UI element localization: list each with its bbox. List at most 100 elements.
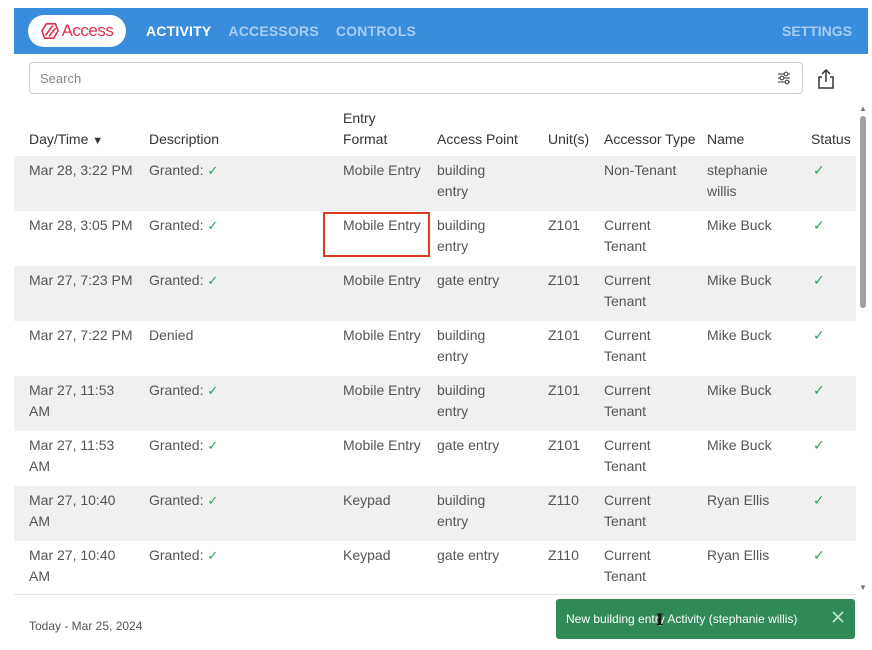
table-row[interactable]: Mar 28, 3:05 PM Granted: ✓ Mobile Entry bui… (14, 211, 856, 266)
cell-entry-format: Mobile Entry (343, 160, 421, 181)
cell-text: Mobile Entry (343, 382, 421, 398)
cell-text: Mar 27, 10:40 (29, 547, 116, 563)
cell-text: Mike Buck (707, 217, 772, 233)
scroll-up-arrow-icon[interactable]: ▲ (859, 104, 867, 113)
scroll-down-arrow-icon[interactable]: ▼ (859, 583, 867, 592)
cell-entry-format: Mobile Entry (343, 325, 421, 346)
status-check-icon: ✓ (813, 272, 825, 288)
cell-text: Mike Buck (707, 437, 772, 453)
cell-datetime: Mar 27, 7:23 PM (29, 270, 133, 291)
scroll-thumb[interactable] (860, 116, 866, 308)
cell-name: Mike Buck (707, 435, 772, 456)
cell-datetime: Mar 27, 10:40 AM (29, 490, 115, 532)
table-row[interactable]: Mar 27, 7:23 PM Granted: ✓ Mobile Entry gat… (14, 266, 856, 321)
tab-controls[interactable]: CONTROLS (336, 23, 416, 39)
cell-unit: Z101 (548, 380, 580, 401)
notification-toast[interactable]: New building entry Activity (stephanie w… (556, 599, 855, 639)
cell-text: Ryan Ellis (707, 492, 770, 508)
table-row[interactable]: Mar 28, 3:22 PM Granted: ✓ Mobile Entry bui… (14, 156, 856, 211)
cell-name: Ryan Ellis (707, 490, 769, 511)
status-check-icon: ✓ (813, 492, 825, 508)
access-logo[interactable]: Access (28, 15, 126, 47)
cell-text: building (437, 327, 486, 343)
cell-name: Ryan Ellis (707, 545, 769, 566)
sliders-icon[interactable] (776, 70, 792, 86)
search-input[interactable] (30, 63, 776, 93)
date-range: Today - Mar 25, 2024 (29, 619, 143, 633)
cell-description: Granted: ✓ (149, 380, 218, 401)
cell-text: Tenant (604, 403, 647, 419)
table-scrollbar[interactable]: ▲ ▼ (857, 104, 869, 592)
check-icon: ✓ (207, 218, 219, 233)
cell-text: Granted: (149, 272, 204, 288)
table-header: Day/Time ▼ Description Entry Format Acce… (14, 100, 856, 156)
cell-text: Mar 27, 11:53 (29, 382, 115, 398)
cell-text: entry (437, 403, 469, 419)
status-check-icon: ✓ (813, 382, 825, 398)
cell-description: Granted: ✓ (149, 435, 218, 456)
cell-text: Current (604, 327, 651, 343)
cell-text: Mar 27, 10:40 (29, 492, 116, 508)
cell-text: AM (29, 403, 50, 419)
cell-access-point: gate entry (437, 435, 499, 456)
header-datetime[interactable]: Day/Time ▼ (29, 129, 103, 152)
close-icon[interactable] (831, 610, 845, 624)
cell-entry-format: Mobile Entry (343, 270, 421, 291)
cell-datetime: Mar 27, 11:53 AM (29, 380, 114, 422)
tab-activity[interactable]: ACTIVITY (146, 23, 211, 39)
access-logo-icon (40, 22, 59, 40)
cell-text: Z110 (548, 492, 579, 508)
cell-text: Z101 (548, 272, 580, 288)
status-check-icon: ✓ (813, 217, 825, 233)
cell-text: Tenant (604, 238, 647, 254)
cell-text: entry (437, 183, 469, 199)
cell-access-point: gate entry (437, 270, 499, 291)
cell-text: Mobile Entry (343, 162, 421, 178)
cell-text: Keypad (343, 492, 391, 508)
logo-text: Access (61, 21, 114, 40)
table-row[interactable]: Mar 27, 10:40 AM Granted: ✓ Keypad building e… (14, 486, 856, 541)
cell-description: Granted: ✓ (149, 270, 218, 291)
cell-text: building (437, 217, 486, 233)
cell-text: Granted: (149, 492, 204, 508)
header-units: Unit(s) (548, 131, 590, 147)
cell-description: Granted: ✓ (149, 490, 218, 511)
cell-text: Granted: (149, 437, 204, 453)
cell-text: Current (604, 272, 651, 288)
settings-link[interactable]: SETTINGS (782, 23, 852, 39)
header-description: Description (149, 131, 220, 147)
cell-text: Current (604, 547, 651, 563)
status-check-icon: ✓ (813, 437, 825, 453)
footer-divider (14, 594, 856, 595)
cell-datetime: Mar 27, 10:40 AM (29, 545, 115, 587)
cell-unit: Z101 (548, 435, 580, 456)
share-icon[interactable] (816, 68, 836, 90)
cell-text: Mobile Entry (343, 437, 421, 453)
cell-text: Denied (149, 327, 194, 343)
check-icon: ✓ (207, 163, 219, 178)
cell-datetime: Mar 27, 11:53 AM (29, 435, 114, 477)
cell-entry-format: Mobile Entry (343, 380, 421, 401)
cell-entry-format: Mobile Entry (343, 435, 421, 456)
cell-text: entry (437, 238, 469, 254)
table-row[interactable]: Mar 27, 11:53 AM Granted: ✓ Mobile Entry bui… (14, 376, 856, 431)
cell-unit: Z110 (548, 545, 579, 566)
cell-text: Ryan Ellis (707, 547, 770, 563)
cell-text: Mar 27, 7:23 PM (29, 272, 133, 288)
cell-access-point: building entry (437, 380, 485, 422)
cell-entry-format: Keypad (343, 490, 390, 511)
cell-accessor-type: Current Tenant (604, 490, 651, 532)
table-row[interactable]: Mar 27, 11:53 AM Granted: ✓ Mobile Entry gat… (14, 431, 856, 486)
cell-datetime: Mar 27, 7:22 PM (29, 325, 133, 346)
header-access-point: Access Point (437, 131, 518, 147)
table-row[interactable]: Mar 27, 10:40 AM Granted: ✓ Keypad gate entr… (14, 541, 856, 594)
cell-text: stephanie (707, 162, 768, 178)
cell-text: Tenant (604, 293, 647, 309)
table-row[interactable]: Mar 27, 7:22 PM Denied Mobile Entry buildi… (14, 321, 856, 376)
cell-text: Granted: (149, 382, 204, 398)
cell-unit: Z101 (548, 325, 580, 346)
cell-text: gate entry (437, 272, 500, 288)
tab-accessors[interactable]: ACCESSORS (228, 23, 318, 39)
cell-text: Mar 27, 11:53 (29, 437, 115, 453)
cell-text: Non-Tenant (604, 162, 677, 178)
